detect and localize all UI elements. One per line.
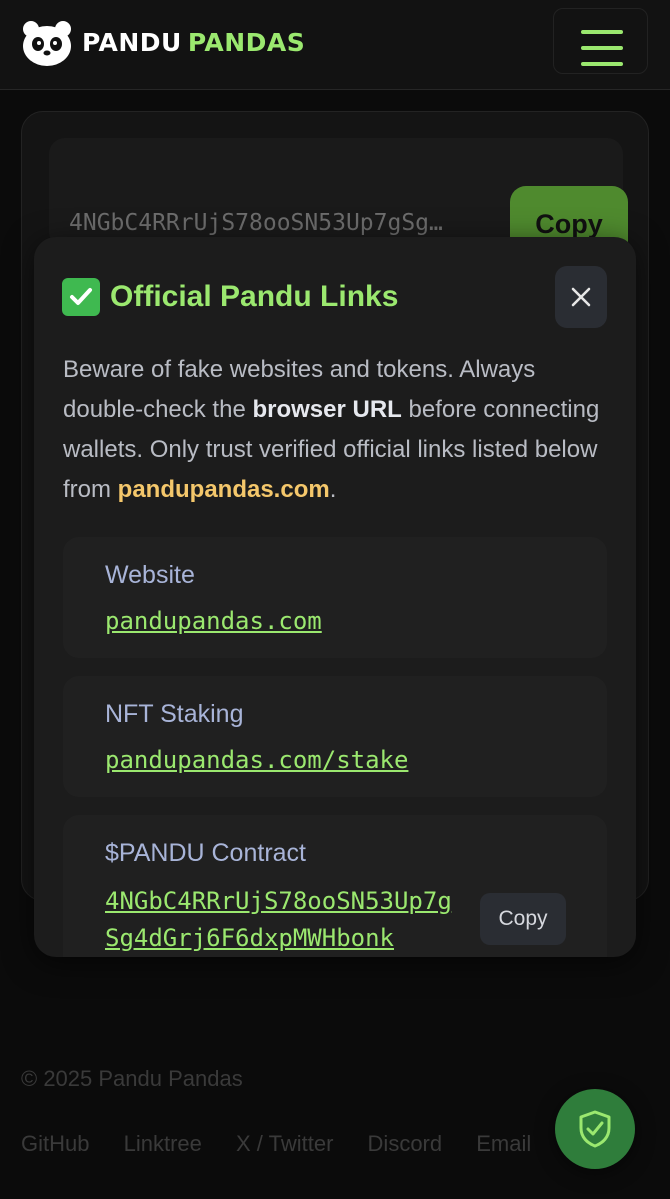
nft-staking-link[interactable]: pandupandas.com/stake: [105, 746, 408, 774]
website-link[interactable]: pandupandas.com: [105, 607, 322, 635]
copy-contract-button[interactable]: Copy: [480, 893, 566, 945]
close-icon: [571, 287, 591, 307]
modal-title: Official Pandu Links: [62, 277, 398, 317]
nft-staking-label: NFT Staking: [105, 700, 244, 728]
contract-link-card: $PANDU Contract 4NGbC4RRrUjS78ooSN53Up7g…: [63, 815, 607, 957]
footer-links: GitHub Linktree X / Twitter Discord Emai…: [21, 1131, 559, 1157]
footer-link-email[interactable]: Email: [476, 1131, 531, 1156]
official-links-modal: Official Pandu Links Beware of fake webs…: [34, 237, 636, 957]
phishing-warning-text: Beware of fake websites and tokens. Alwa…: [63, 350, 608, 510]
warning-part-3: .: [329, 476, 337, 503]
brand-name: PANDU PANDAS: [82, 20, 305, 66]
contract-address-text: 4NGbC4RRrUjS78ooSN53Up7gSg4dGrj6F6dxpMWH…: [69, 210, 454, 236]
hamburger-line: [581, 46, 623, 50]
contract-address-link[interactable]: 4NGbC4RRrUjS78ooSN53Up7gSg4dGrj6F6dxpMWH…: [105, 883, 465, 957]
panda-face-icon: [23, 21, 71, 66]
official-domain-text: pandupandas.com: [117, 476, 330, 503]
shield-check-icon: [579, 1110, 611, 1148]
modal-title-text: Official Pandu Links: [110, 280, 399, 313]
footer-copyright: © 2025 Pandu Pandas: [21, 1066, 243, 1091]
staking-link-card: NFT Staking pandupandas.com/stake: [63, 676, 607, 797]
brand-word-pandu: PANDU: [82, 28, 182, 57]
hamburger-line: [581, 62, 623, 66]
top-header: PANDU PANDAS: [0, 0, 670, 90]
footer-link-twitter[interactable]: X / Twitter: [236, 1131, 333, 1156]
website-link-card: Website pandupandas.com: [63, 537, 607, 658]
close-modal-button[interactable]: [555, 266, 607, 328]
brand-logo-link[interactable]: PANDU PANDAS: [22, 20, 305, 66]
footer-link-github[interactable]: GitHub: [21, 1131, 89, 1156]
contract-label: $PANDU Contract: [105, 839, 306, 867]
brand-word-pandas: PANDAS: [187, 28, 306, 57]
warning-bold-browser-url: browser URL: [252, 396, 402, 423]
hamburger-menu-icon: [581, 30, 623, 34]
official-links-shield-button[interactable]: [555, 1089, 635, 1169]
footer-link-linktree[interactable]: Linktree: [124, 1131, 202, 1156]
check-mark-icon: [62, 278, 100, 316]
hamburger-menu-button[interactable]: [553, 8, 648, 74]
website-label: Website: [105, 561, 195, 589]
footer-link-discord[interactable]: Discord: [368, 1131, 443, 1156]
contract-address-box: 4NGbC4RRrUjS78ooSN53Up7gSg4dGrj6F6dxpMWH…: [49, 138, 628, 262]
